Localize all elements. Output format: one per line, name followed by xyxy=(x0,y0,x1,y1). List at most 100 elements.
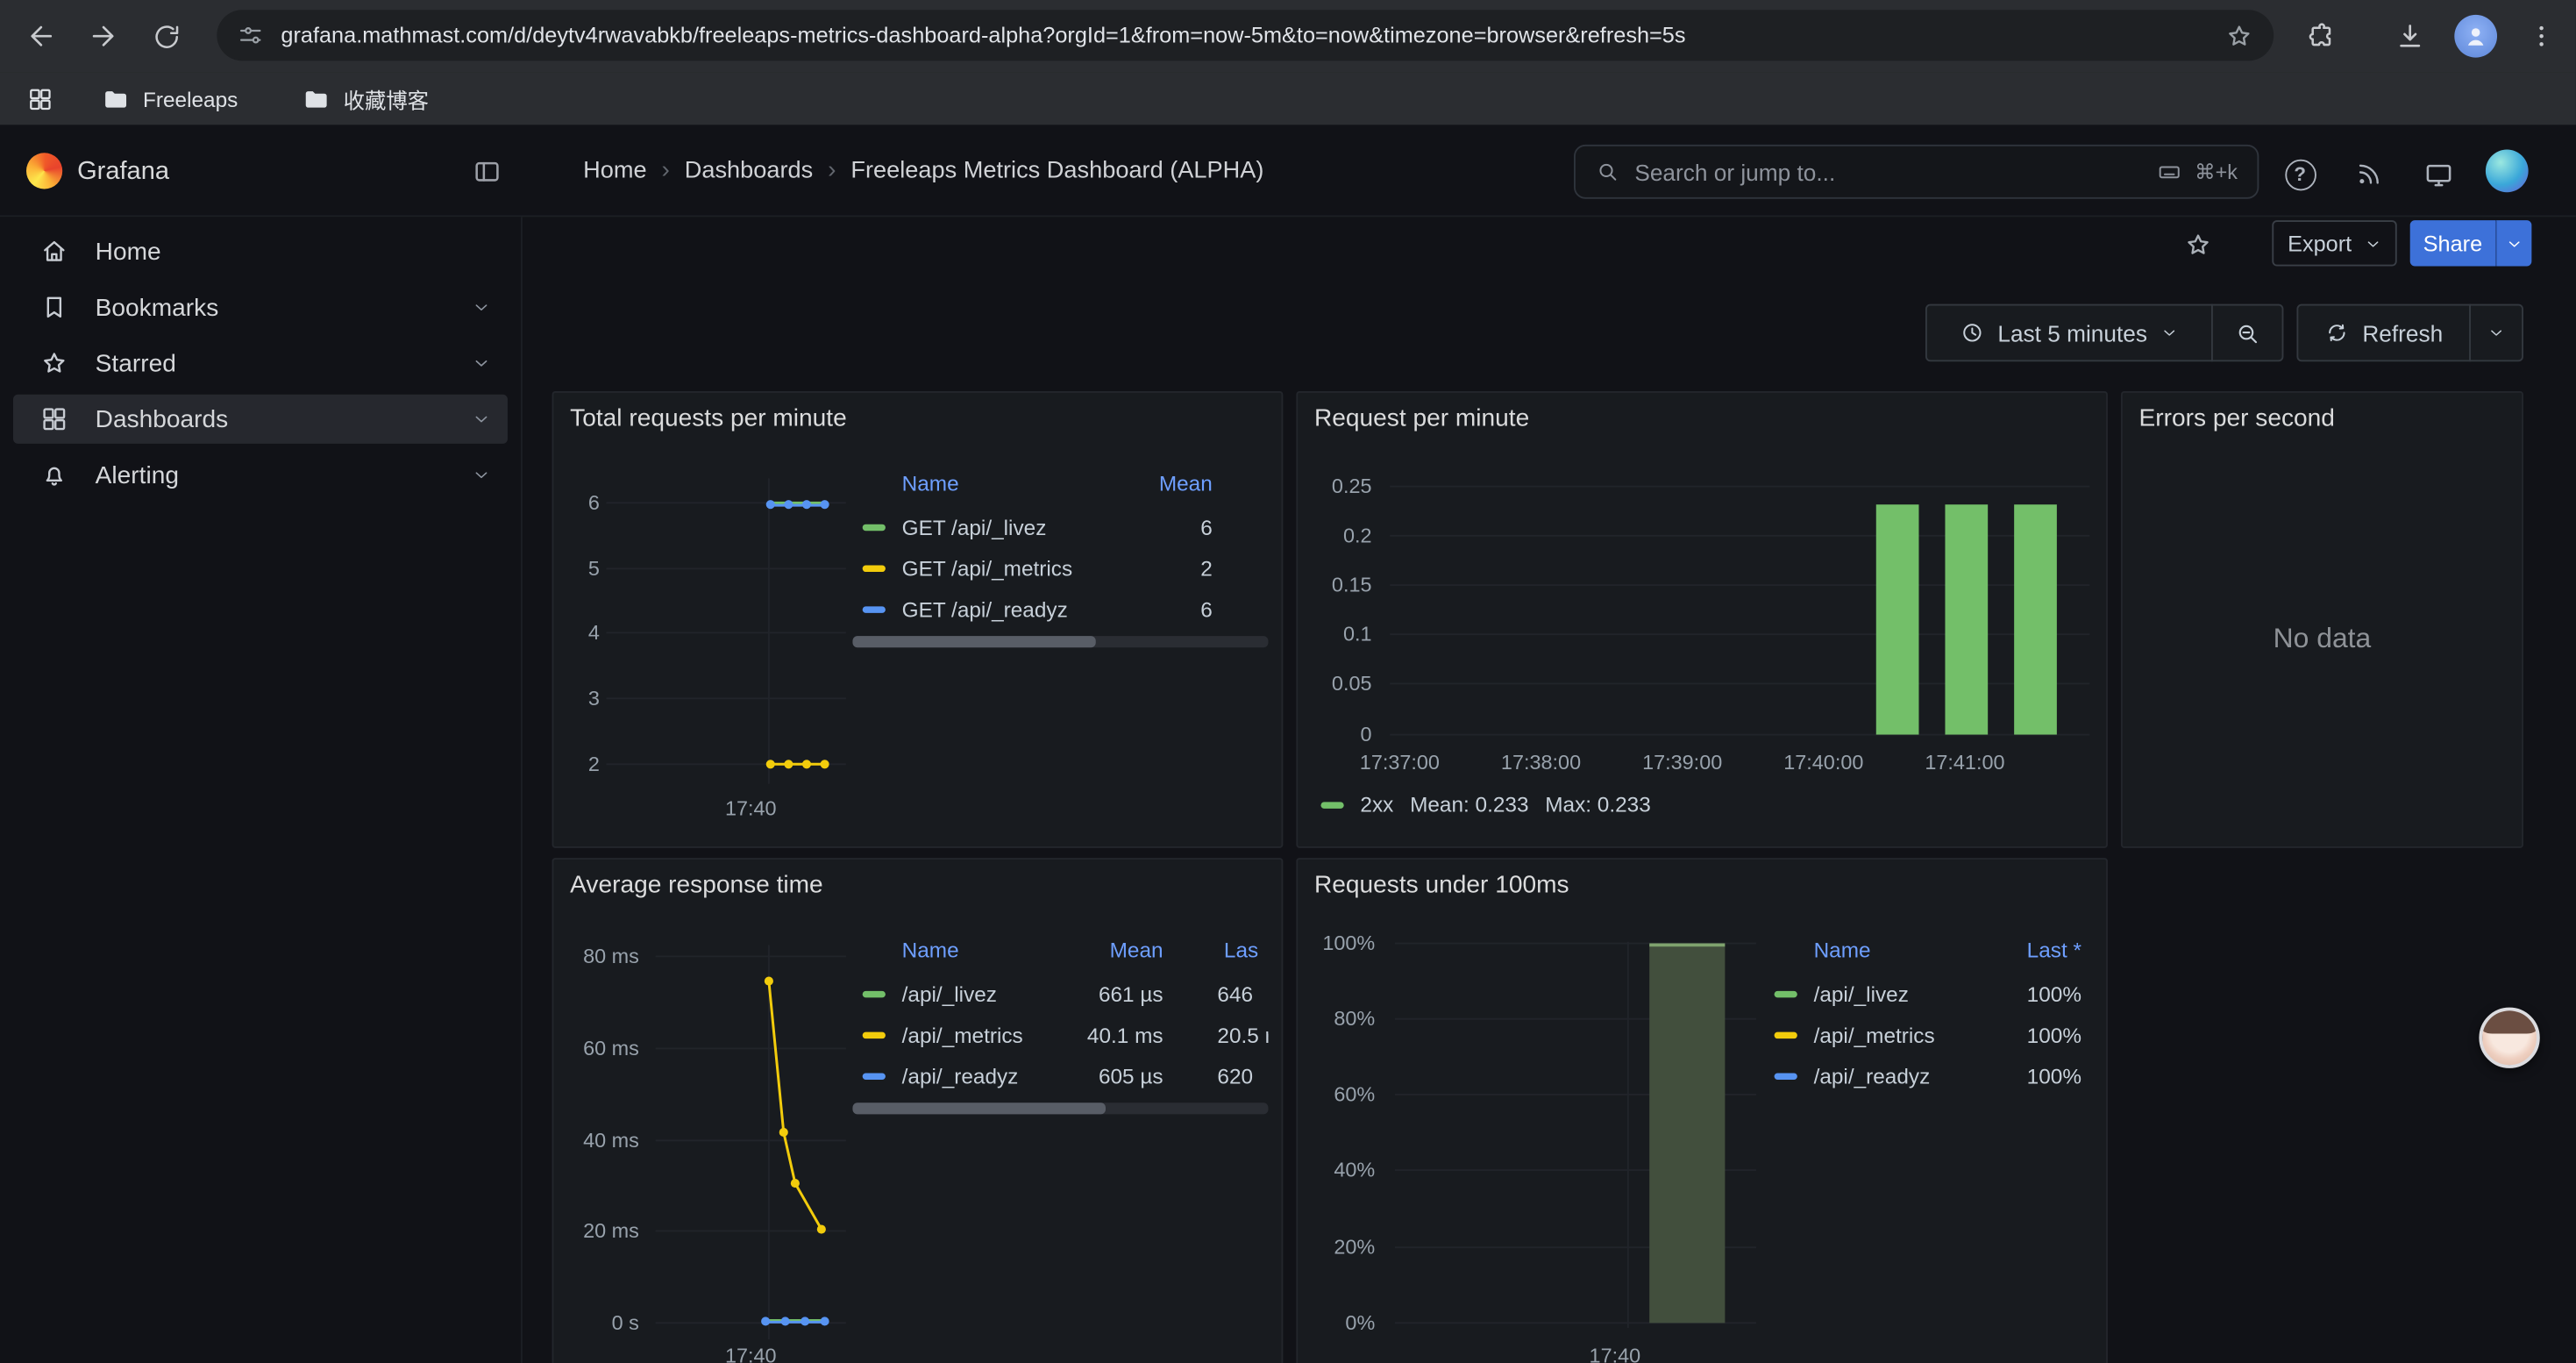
user-avatar[interactable] xyxy=(2486,150,2529,193)
chevron-down-icon[interactable] xyxy=(472,410,491,429)
zoom-out-icon xyxy=(2234,319,2260,346)
legend-value: 6 xyxy=(1200,514,1213,539)
legend-series-name[interactable]: /api/_livez xyxy=(902,981,997,1006)
series-color-swatch xyxy=(863,605,886,611)
chevron-down-icon[interactable] xyxy=(472,465,491,484)
address-bar[interactable]: grafana.mathmast.com/d/deytv4rwavabkb/fr… xyxy=(217,10,2274,61)
nav-sidebar: Home Bookmarks Starred Dashboards Alerti… xyxy=(0,217,523,1363)
bookmark-folder-freeleaps[interactable]: Freeleaps xyxy=(92,79,248,118)
sidebar-item-home[interactable]: Home xyxy=(13,227,508,276)
chevron-down-icon[interactable] xyxy=(472,353,491,373)
back-button[interactable] xyxy=(17,11,66,61)
apps-grid-button[interactable] xyxy=(17,79,64,118)
legend-header-last[interactable]: Las xyxy=(1224,938,1269,962)
legend-series-name[interactable]: GET /api/_metrics xyxy=(902,555,1072,580)
grafana-logo[interactable] xyxy=(26,153,62,189)
news-button[interactable] xyxy=(2349,154,2388,194)
legend-scrollbar[interactable] xyxy=(852,636,1268,647)
dock-menu-button[interactable] xyxy=(472,156,503,188)
sidebar-item-alerting[interactable]: Alerting xyxy=(13,450,508,499)
panel-title[interactable]: Total requests per minute xyxy=(570,404,847,432)
legend-row: /api/_metrics 100% xyxy=(1764,1014,2084,1055)
legend-series-name[interactable]: /api/_metrics xyxy=(1814,1022,1935,1046)
legend-series-name[interactable]: /api/_livez xyxy=(1814,981,1909,1006)
sidebar-item-label: Starred xyxy=(96,349,176,377)
brand-name: Grafana xyxy=(77,158,169,188)
panel-title[interactable]: Requests under 100ms xyxy=(1314,871,1569,899)
line-chart-plot[interactable] xyxy=(606,478,846,784)
search-box[interactable]: ⌘+k xyxy=(1574,145,2259,199)
sidebar-item-dashboards[interactable]: Dashboards xyxy=(13,395,508,444)
search-input[interactable] xyxy=(1634,159,2153,185)
legend-series-name[interactable]: /api/_metrics xyxy=(902,1022,1023,1046)
scrollbar-thumb[interactable] xyxy=(852,1103,1106,1114)
scrollbar-thumb[interactable] xyxy=(852,636,1095,647)
floating-assistant-avatar[interactable] xyxy=(2479,1008,2539,1068)
time-range-picker[interactable]: Last 5 minutes xyxy=(1925,304,2213,362)
bookmark-icon xyxy=(39,293,69,323)
legend-table: Name Mean GET /api/_livez 6 GET /api/_me… xyxy=(852,465,1268,647)
downloads-button[interactable] xyxy=(2386,11,2435,61)
legend-header-mean[interactable]: Mean xyxy=(1159,471,1213,496)
breadcrumb-separator-icon: › xyxy=(813,156,850,184)
monitor-icon xyxy=(2423,159,2454,190)
clock-icon xyxy=(1960,320,1984,345)
legend-row: /api/_metrics 40.1 ms 20.5 r xyxy=(852,1014,1268,1055)
legend-series-name[interactable]: GET /api/_readyz xyxy=(902,596,1068,621)
legend-last-value: 620 xyxy=(1217,1063,1268,1088)
sidebar-item-bookmarks[interactable]: Bookmarks xyxy=(13,282,508,332)
bookmark-star-icon[interactable] xyxy=(2224,20,2254,50)
profile-avatar[interactable] xyxy=(2454,15,2497,58)
breadcrumb-separator-icon: › xyxy=(647,156,685,184)
bookmark-label: 收藏博客 xyxy=(344,83,429,115)
legend-series-name[interactable]: GET /api/_livez xyxy=(902,514,1047,539)
line-chart-plot[interactable] xyxy=(656,945,846,1339)
dashboards-grid-icon xyxy=(39,404,69,434)
share-menu-button[interactable] xyxy=(2495,220,2531,266)
chevron-down-icon xyxy=(2363,234,2381,253)
kiosk-mode-button[interactable] xyxy=(2418,154,2458,194)
export-button[interactable]: Export xyxy=(2272,220,2396,266)
legend-row: GET /api/_metrics 2 xyxy=(852,547,1268,589)
legend-header-last[interactable]: Last * xyxy=(2027,938,2081,962)
legend-series-name[interactable]: 2xx xyxy=(1360,792,1393,817)
legend-header-name[interactable]: Name xyxy=(902,471,959,496)
legend-series-name[interactable]: /api/_readyz xyxy=(902,1063,1019,1088)
share-button[interactable]: Share xyxy=(2410,220,2495,266)
extensions-puzzle-icon xyxy=(2304,20,2336,52)
chevron-down-icon[interactable] xyxy=(472,297,491,317)
bar-chart-plot[interactable] xyxy=(1395,942,1756,1328)
legend-header-name[interactable]: Name xyxy=(902,938,959,962)
browser-menu-button[interactable] xyxy=(2517,11,2566,61)
legend-scrollbar[interactable] xyxy=(852,1103,1268,1114)
legend-value: 2 xyxy=(1200,555,1213,580)
legend-inline: 2xx Mean: 0.233 Max: 0.233 xyxy=(1320,792,1650,817)
panel-requests-under-100ms: Requests under 100ms 100% 80% 60% 40% 20… xyxy=(1296,858,2108,1363)
legend-value: 6 xyxy=(1200,596,1213,621)
legend-header-mean[interactable]: Mean xyxy=(1110,938,1163,962)
chevron-down-icon xyxy=(2487,324,2506,342)
forward-button[interactable] xyxy=(79,11,128,61)
series-color-swatch xyxy=(863,524,886,530)
panel-title[interactable]: Average response time xyxy=(570,871,823,899)
folder-icon xyxy=(102,84,130,112)
screen: grafana.mathmast.com/d/deytv4rwavabkb/fr… xyxy=(0,0,2576,1363)
panel-title[interactable]: Request per minute xyxy=(1314,404,1529,432)
help-button[interactable]: ? xyxy=(2281,154,2320,194)
reload-button[interactable] xyxy=(141,11,190,61)
refresh-interval-button[interactable] xyxy=(2469,304,2523,362)
legend-row: GET /api/_readyz 6 xyxy=(852,589,1268,630)
breadcrumb-dashboards[interactable]: Dashboards xyxy=(685,157,813,183)
zoom-out-time-button[interactable] xyxy=(2211,304,2283,362)
panel-title[interactable]: Errors per second xyxy=(2139,404,2335,432)
legend-header-name[interactable]: Name xyxy=(1814,938,1871,962)
bar-chart-plot[interactable] xyxy=(1390,478,2089,741)
sidebar-item-starred[interactable]: Starred xyxy=(13,339,508,388)
bookmark-folder-blog[interactable]: 收藏博客 xyxy=(293,79,439,118)
panel-request-per-minute: Request per minute 0.25 0.2 0.15 0.1 0.0… xyxy=(1296,391,2108,848)
refresh-button[interactable]: Refresh xyxy=(2296,304,2471,362)
extensions-button[interactable] xyxy=(2295,11,2345,61)
legend-series-name[interactable]: /api/_readyz xyxy=(1814,1063,1931,1088)
breadcrumb-home[interactable]: Home xyxy=(583,157,646,183)
favorite-dashboard-button[interactable] xyxy=(2183,230,2213,260)
